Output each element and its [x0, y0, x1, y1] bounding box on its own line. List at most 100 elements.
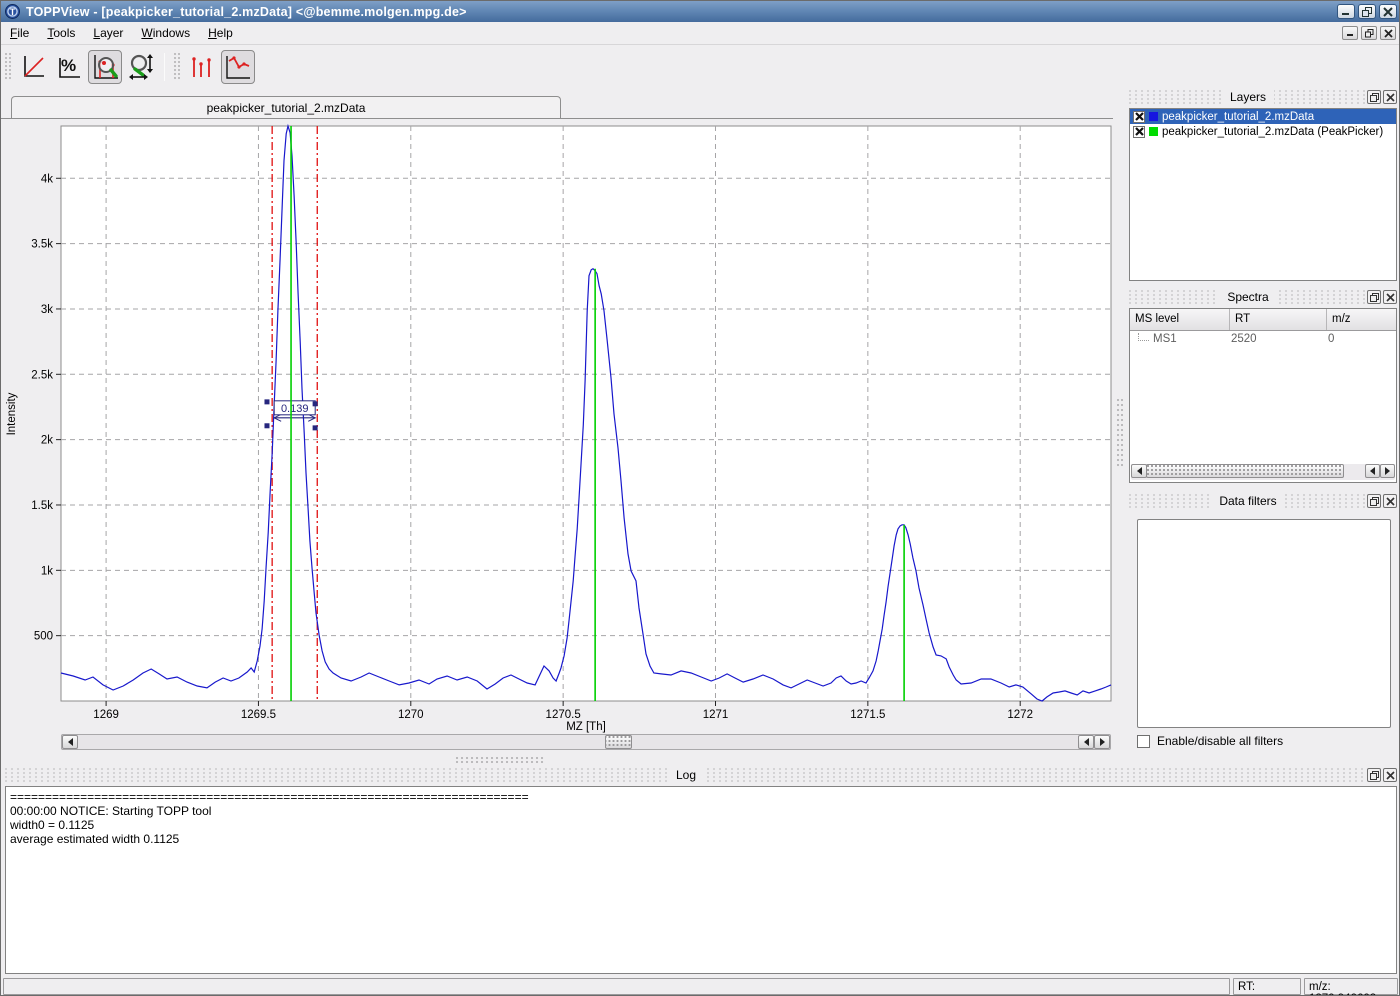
spectra-mz: 0 [1322, 333, 1334, 345]
linear-scale-icon[interactable] [16, 50, 50, 84]
mdi-close-icon[interactable] [1380, 26, 1396, 40]
enable-filters-label: Enable/disable all filters [1157, 734, 1283, 748]
menu-layer[interactable]: Layer [84, 23, 132, 43]
close-panel-icon[interactable] [1383, 90, 1397, 104]
status-rt: RT: [1233, 978, 1301, 995]
spectra-rt: 2520 [1225, 333, 1322, 345]
spectra-row[interactable]: MS1 2520 0 [1130, 331, 1396, 347]
layers-panel-title: Layers [1222, 90, 1274, 104]
scroll-right-icon[interactable] [1380, 464, 1395, 478]
close-icon[interactable] [1379, 4, 1397, 19]
toolbar-separator [164, 53, 165, 81]
restore-icon[interactable] [1358, 4, 1376, 19]
float-panel-icon[interactable] [1367, 494, 1381, 508]
mdi-minimize-icon[interactable] [1342, 26, 1358, 40]
scroll-left-icon[interactable] [1078, 735, 1094, 749]
layers-panel-header[interactable]: Layers [1129, 89, 1367, 105]
title-bar[interactable]: T TOPPView - [peakpicker_tutorial_2.mzDa… [1, 1, 1400, 22]
menu-bar: File Tools Layer Windows Help [1, 22, 1400, 45]
tree-branch-icon [1138, 333, 1149, 341]
x-tick-label: 1269.5 [241, 709, 276, 721]
spectra-ms-level: MS1 [1153, 333, 1225, 345]
y-tick-label: 3.5k [31, 239, 53, 251]
column-rt[interactable]: RT [1230, 309, 1327, 330]
layer-item[interactable]: peakpicker_tutorial_2.mzData [1130, 109, 1396, 124]
boundary-handle[interactable] [313, 425, 318, 430]
layer-item[interactable]: peakpicker_tutorial_2.mzData (PeakPicker… [1130, 124, 1396, 139]
log-panel-title: Log [668, 768, 704, 782]
float-panel-icon[interactable] [1367, 768, 1381, 782]
zoom-mode-icon[interactable] [88, 50, 122, 84]
horizontal-splitter-handle[interactable] [456, 757, 546, 763]
layer-label: peakpicker_tutorial_2.mzData (PeakPicker… [1162, 126, 1383, 138]
log-line: average estimated width 0.1125 [10, 832, 1392, 846]
layers-list[interactable]: peakpicker_tutorial_2.mzData peakpicker_… [1129, 108, 1397, 281]
spectra-horizontal-scrollbar[interactable] [1131, 464, 1395, 480]
column-mz[interactable]: m/z [1327, 309, 1396, 330]
close-panel-icon[interactable] [1383, 494, 1397, 508]
toolbar-grip[interactable] [174, 53, 180, 81]
mdi-restore-icon[interactable] [1361, 26, 1377, 40]
menu-help[interactable]: Help [199, 23, 242, 43]
peak-sticks-icon[interactable] [185, 50, 219, 84]
scroll-left-icon[interactable] [62, 735, 78, 749]
menu-windows[interactable]: Windows [132, 23, 199, 43]
x-tick-label: 1271.5 [850, 709, 885, 721]
vertical-splitter-handle[interactable] [1117, 399, 1123, 469]
application-window: T TOPPView - [peakpicker_tutorial_2.mzDa… [0, 0, 1400, 996]
y-tick-label: 1k [41, 565, 53, 577]
status-bar: RT: m/z: 1270.940602 [1, 977, 1400, 996]
x-tick-label: 1270.5 [546, 709, 581, 721]
column-ms-level[interactable]: MS level [1130, 309, 1230, 330]
raw-line-icon[interactable] [221, 50, 255, 84]
enable-filters-row: Enable/disable all filters [1137, 734, 1283, 748]
log-line: width0 = 0.1125 [10, 818, 1392, 832]
spectra-table-header[interactable]: MS level RT m/z [1130, 309, 1396, 331]
close-panel-icon[interactable] [1383, 768, 1397, 782]
layer-visibility-checkbox[interactable] [1133, 111, 1145, 123]
menu-tools[interactable]: Tools [38, 23, 84, 43]
enable-filters-checkbox[interactable] [1137, 735, 1150, 748]
minimize-icon[interactable] [1337, 4, 1355, 19]
spectra-panel-header[interactable]: Spectra [1129, 289, 1367, 305]
log-output[interactable]: ========================================… [5, 786, 1397, 974]
svg-text:%: % [61, 56, 76, 75]
spectra-panel-title: Spectra [1219, 290, 1276, 304]
log-line: ========================================… [10, 790, 1392, 804]
scrollbar-thumb[interactable] [1146, 464, 1344, 478]
y-tick-label: 2.5k [31, 369, 53, 381]
spectrum-canvas[interactable]: 12691269.512701270.512711271.512725001k1… [1, 119, 1113, 753]
float-panel-icon[interactable] [1367, 290, 1381, 304]
scroll-left-icon[interactable] [1365, 464, 1380, 478]
log-line: 00:00:00 NOTICE: Starting TOPP tool [10, 804, 1392, 818]
y-tick-label: 1.5k [31, 500, 53, 512]
percentage-intensity-icon[interactable]: % [52, 50, 86, 84]
toolbar: % [1, 45, 1400, 89]
layer-color-chip [1149, 112, 1158, 121]
data-filters-panel-title: Data filters [1211, 494, 1284, 508]
plot-area[interactable] [61, 126, 1111, 701]
boundary-handle[interactable] [264, 423, 269, 428]
close-panel-icon[interactable] [1383, 290, 1397, 304]
boundary-handle[interactable] [264, 399, 269, 404]
y-tick-label: 500 [34, 631, 53, 643]
measure-1d-icon[interactable] [124, 50, 158, 84]
menu-file[interactable]: File [1, 23, 38, 43]
spectra-table[interactable]: MS level RT m/z MS1 2520 0 [1129, 308, 1397, 483]
float-panel-icon[interactable] [1367, 90, 1381, 104]
log-panel-header[interactable]: Log [5, 767, 1367, 783]
layer-visibility-checkbox[interactable] [1133, 126, 1145, 138]
scrollbar-thumb[interactable] [605, 735, 632, 749]
toolbar-grip[interactable] [5, 53, 11, 81]
app-icon: T [5, 4, 20, 19]
data-filters-panel-header[interactable]: Data filters [1129, 493, 1367, 509]
tab-spectrum[interactable]: peakpicker_tutorial_2.mzData [11, 96, 561, 119]
data-filters-list[interactable] [1137, 519, 1391, 728]
scroll-left-icon[interactable] [1131, 464, 1147, 478]
scroll-right-icon[interactable] [1094, 735, 1110, 749]
layer-color-chip [1149, 127, 1158, 136]
y-axis-label: Intensity [6, 392, 18, 435]
plot-horizontal-scrollbar[interactable] [61, 734, 1111, 750]
x-axis-label: MZ [Th] [566, 721, 606, 733]
boundary-handle[interactable] [313, 401, 318, 406]
